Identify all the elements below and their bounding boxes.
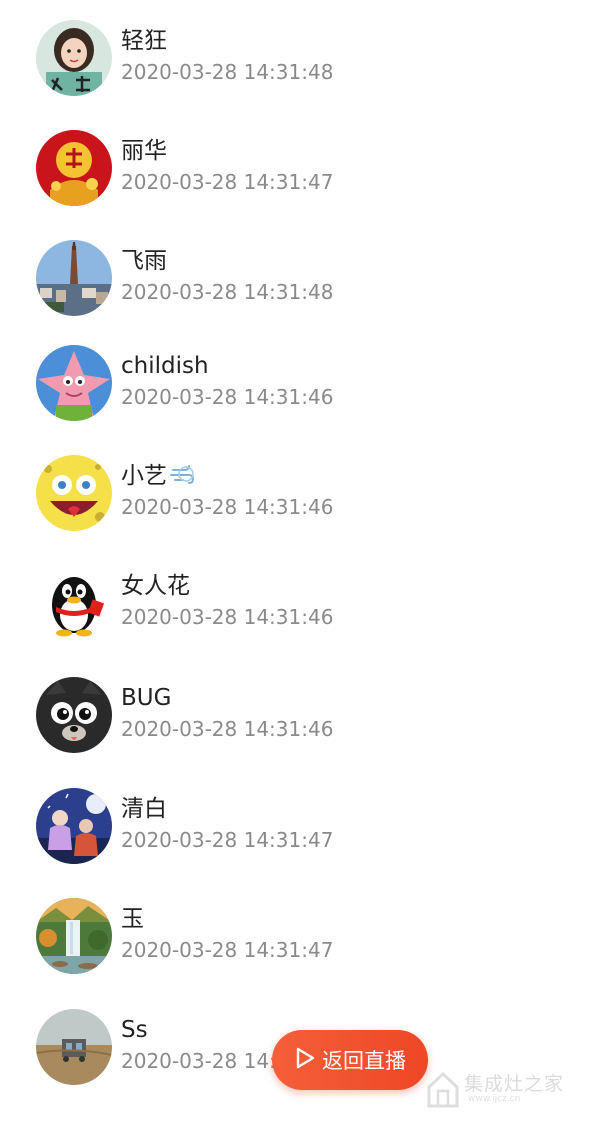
viewer-name: 女人花	[121, 573, 190, 599]
house-logo-icon	[427, 1071, 459, 1108]
black-cartoon-cat-avatar[interactable]	[36, 677, 112, 753]
viewer-row[interactable]: 女人花 2020-03-28 14:31:46	[0, 550, 600, 660]
viewer-row[interactable]: BUG 2020-03-28 14:31:46	[0, 660, 600, 770]
watermark: 集成灶之家 www.ijcz.cn	[420, 1065, 580, 1115]
viewer-time: 2020-03-28 14:31:48	[121, 280, 334, 304]
viewer-time: 2020-03-28 14:31:47	[121, 170, 334, 194]
viewer-name-text: 小艺	[121, 463, 167, 489]
girl-portrait-avatar[interactable]	[36, 20, 112, 96]
watermark-text: 集成灶之家	[464, 1073, 565, 1095]
back-to-live-label: 返回直播	[322, 1049, 406, 1073]
play-outline-icon	[294, 1046, 316, 1074]
waterfall-landscape-avatar[interactable]	[36, 898, 112, 974]
viewer-time: 2020-03-28 14:31:46	[121, 495, 334, 519]
viewer-name: 小艺	[121, 462, 195, 493]
viewer-row[interactable]: 玉 2020-03-28 14:31:47	[0, 880, 600, 990]
viewer-row[interactable]: 丽华 2020-03-28 14:31:47	[0, 110, 600, 220]
viewer-name: childish	[121, 353, 209, 379]
city-tower-avatar[interactable]	[36, 240, 112, 316]
red-fortune-avatar[interactable]	[36, 130, 112, 206]
watermark-subtext: www.ijcz.cn	[468, 1094, 521, 1104]
viewer-row[interactable]: 清白 2020-03-28 14:31:47	[0, 770, 600, 880]
viewer-name: 清白	[121, 796, 167, 822]
viewer-row[interactable]: 飞雨 2020-03-28 14:31:48	[0, 220, 600, 330]
penguin-avatar[interactable]	[36, 565, 112, 641]
viewer-time: 2020-03-28 14:31:46	[121, 605, 334, 629]
viewer-name: BUG	[121, 685, 172, 711]
viewer-row[interactable]: childish 2020-03-28 14:31:46	[0, 330, 600, 440]
night-anime-avatar[interactable]	[36, 788, 112, 864]
yellow-sponge-avatar[interactable]	[36, 455, 112, 531]
viewer-row[interactable]: 轻狂 2020-03-28 14:31:48	[0, 0, 600, 110]
viewer-name: 轻狂	[121, 28, 167, 54]
viewer-name: 飞雨	[121, 248, 167, 274]
field-photo-avatar[interactable]	[36, 1009, 112, 1085]
viewer-name: 玉	[121, 906, 144, 932]
viewer-time: 2020-03-28 14:31:46	[121, 385, 334, 409]
wind-emoji-icon	[169, 462, 195, 493]
viewer-row[interactable]: 小艺 2020-03-28 14:31:46	[0, 440, 600, 550]
viewer-time: 2020-03-28 14:31:47	[121, 828, 334, 852]
back-to-live-button[interactable]: 返回直播	[272, 1030, 428, 1090]
viewer-time: 2020-03-28 14:31:48	[121, 60, 334, 84]
viewer-time: 2020-03-28 14:31:46	[121, 717, 334, 741]
viewer-time: 2020-03-28 14:31:47	[121, 938, 334, 962]
pink-starfish-avatar[interactable]	[36, 345, 112, 421]
viewer-name: 丽华	[121, 138, 167, 164]
viewer-name: Ss	[121, 1017, 148, 1043]
